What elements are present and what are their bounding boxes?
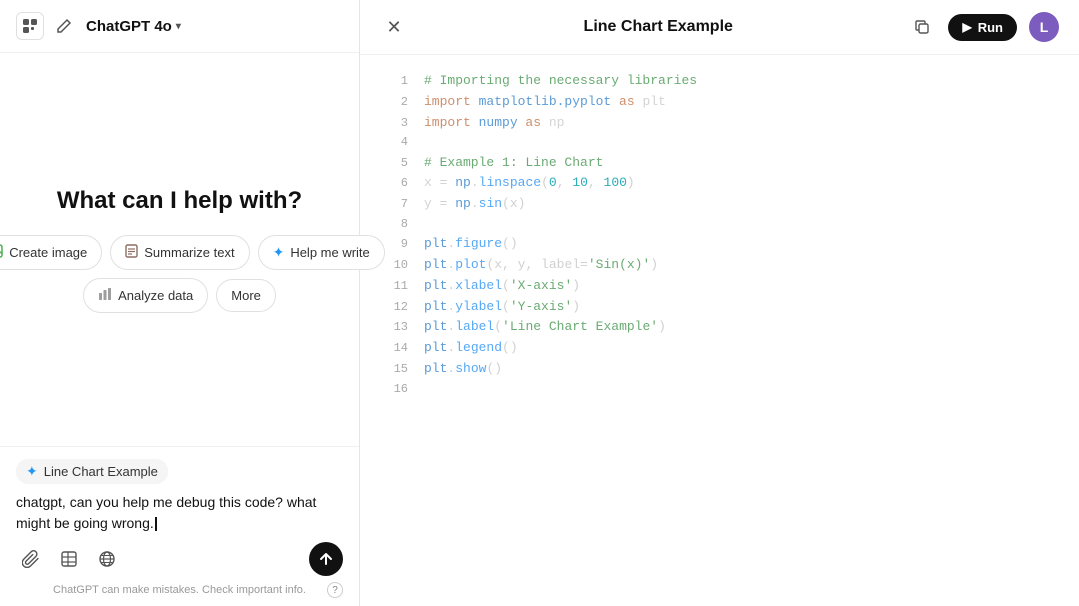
canvas-tag-label: Line Chart Example (44, 464, 158, 479)
avatar-label: L (1040, 19, 1049, 35)
create-image-button[interactable]: Create image (0, 235, 102, 270)
line-number: 2 (380, 93, 408, 112)
run-label: Run (978, 20, 1003, 35)
edit-button[interactable] (50, 12, 78, 40)
code-line: 2 import matplotlib.pyplot as plt (360, 92, 1079, 113)
code-editor-panel: ✕ Line Chart Example ▶ Run L 1 # Importin… (360, 0, 1079, 606)
code-line: 12plt.ylabel('Y-axis') (360, 297, 1079, 318)
line-number: 7 (380, 195, 408, 214)
line-content: plt.label('Line Chart Example') (424, 317, 1059, 338)
line-content: import numpy as np (424, 113, 1059, 134)
code-line: 6 x = np.linspace(0, 10, 100) (360, 173, 1079, 194)
line-number: 14 (380, 339, 408, 358)
run-icon: ▶ (962, 20, 971, 34)
help-me-write-label: Help me write (290, 245, 369, 260)
code-line: 4 (360, 133, 1079, 152)
analyze-data-label: Analyze data (118, 288, 193, 303)
code-line: 13 plt.label('Line Chart Example') (360, 317, 1079, 338)
code-editor-title: Line Chart Example (584, 18, 733, 36)
line-content: plt.plot(x, y, label='Sin(x)') (424, 255, 1059, 276)
toolbar-left (16, 544, 122, 574)
create-image-label: Create image (9, 245, 87, 260)
code-line: 9plt.figure() (360, 234, 1079, 255)
model-selector[interactable]: ChatGPT 4o ▾ (86, 18, 181, 35)
left-panel: ChatGPT 4o ▾ What can I help with? Creat… (0, 0, 360, 606)
code-line: 15 plt.show() (360, 359, 1079, 380)
more-button[interactable]: More (216, 279, 276, 312)
line-number: 6 (380, 174, 408, 193)
code-header-actions: ▶ Run L (908, 12, 1059, 42)
line-content: plt.ylabel('Y-axis') (424, 297, 1059, 318)
chart-icon (98, 287, 112, 304)
footer-note: ChatGPT can make mistakes. Check importa… (16, 580, 343, 598)
code-line: 16 (360, 380, 1079, 399)
code-area[interactable]: 1 # Importing the necessary libraries 2 imp… (360, 55, 1079, 606)
attach-button[interactable] (16, 544, 46, 574)
close-button[interactable]: ✕ (380, 13, 408, 41)
app-icon (16, 12, 44, 40)
copy-button[interactable] (908, 13, 936, 41)
code-line: 10plt.plot(x, y, label='Sin(x)') (360, 255, 1079, 276)
analyze-data-button[interactable]: Analyze data (83, 278, 208, 313)
code-line: 8 (360, 215, 1079, 234)
message-input[interactable]: chatgpt, can you help me debug this code… (16, 492, 343, 534)
chevron-down-icon: ▾ (176, 21, 181, 32)
code-line: 11plt.xlabel('X-axis') (360, 276, 1079, 297)
toolbar-row (16, 542, 343, 576)
line-content: plt.xlabel('X-axis') (424, 276, 1059, 297)
help-link[interactable]: ? (327, 582, 343, 598)
more-label: More (231, 288, 261, 303)
canvas-tag[interactable]: ✦ Line Chart Example (16, 459, 168, 484)
line-content: y = np.sin(x) (424, 194, 1059, 215)
header-icons (16, 12, 78, 40)
main-content: What can I help with? Create image (0, 53, 359, 446)
summarize-text-label: Summarize text (144, 245, 234, 260)
line-content: import matplotlib.pyplot as plt (424, 92, 1059, 113)
table-button[interactable] (54, 544, 84, 574)
line-content: x = np.linspace(0, 10, 100) (424, 173, 1059, 194)
action-row-2: Analyze data More (83, 278, 276, 313)
canvas-tag-icon: ✦ (26, 463, 38, 480)
line-number: 16 (380, 380, 408, 399)
image-icon (0, 244, 3, 261)
line-number: 13 (380, 318, 408, 337)
summarize-text-button[interactable]: Summarize text (110, 235, 249, 270)
line-number: 8 (380, 215, 408, 234)
line-content: # Example 1: Line Chart (424, 153, 1059, 174)
code-line: 3 import numpy as np (360, 113, 1079, 134)
line-content: # Importing the necessary libraries (424, 71, 1059, 92)
code-line: 5 # Example 1: Line Chart (360, 153, 1079, 174)
line-number: 15 (380, 360, 408, 379)
action-buttons: Create image Summarize text ✦ (0, 235, 385, 313)
code-line: 14 plt.legend() (360, 338, 1079, 359)
send-button[interactable] (309, 542, 343, 576)
text-cursor (155, 517, 157, 531)
line-number: 1 (380, 72, 408, 91)
code-editor-header: ✕ Line Chart Example ▶ Run L (360, 0, 1079, 55)
help-me-write-button[interactable]: ✦ Help me write (258, 235, 385, 270)
code-line: 7 y = np.sin(x) (360, 194, 1079, 215)
line-content: plt.figure() (424, 234, 1059, 255)
write-icon: ✦ (273, 244, 285, 261)
input-area: ✦ Line Chart Example chatgpt, can you he… (0, 446, 359, 606)
line-number: 4 (380, 133, 408, 152)
code-line: 1 # Importing the necessary libraries (360, 71, 1079, 92)
globe-button[interactable] (92, 544, 122, 574)
run-button[interactable]: ▶ Run (948, 14, 1017, 41)
line-number: 3 (380, 114, 408, 133)
main-title: What can I help with? (57, 187, 302, 215)
app-header: ChatGPT 4o ▾ (0, 0, 359, 53)
model-name: ChatGPT 4o (86, 18, 172, 35)
line-content: plt.legend() (424, 338, 1059, 359)
action-row-1: Create image Summarize text ✦ (0, 235, 385, 270)
document-icon (125, 244, 138, 261)
input-text-content: chatgpt, can you help me debug this code… (16, 494, 316, 531)
user-avatar[interactable]: L (1029, 12, 1059, 42)
canvas-label-area: ✦ Line Chart Example (16, 459, 343, 484)
line-number: 5 (380, 154, 408, 173)
line-content: plt.show() (424, 359, 1059, 380)
